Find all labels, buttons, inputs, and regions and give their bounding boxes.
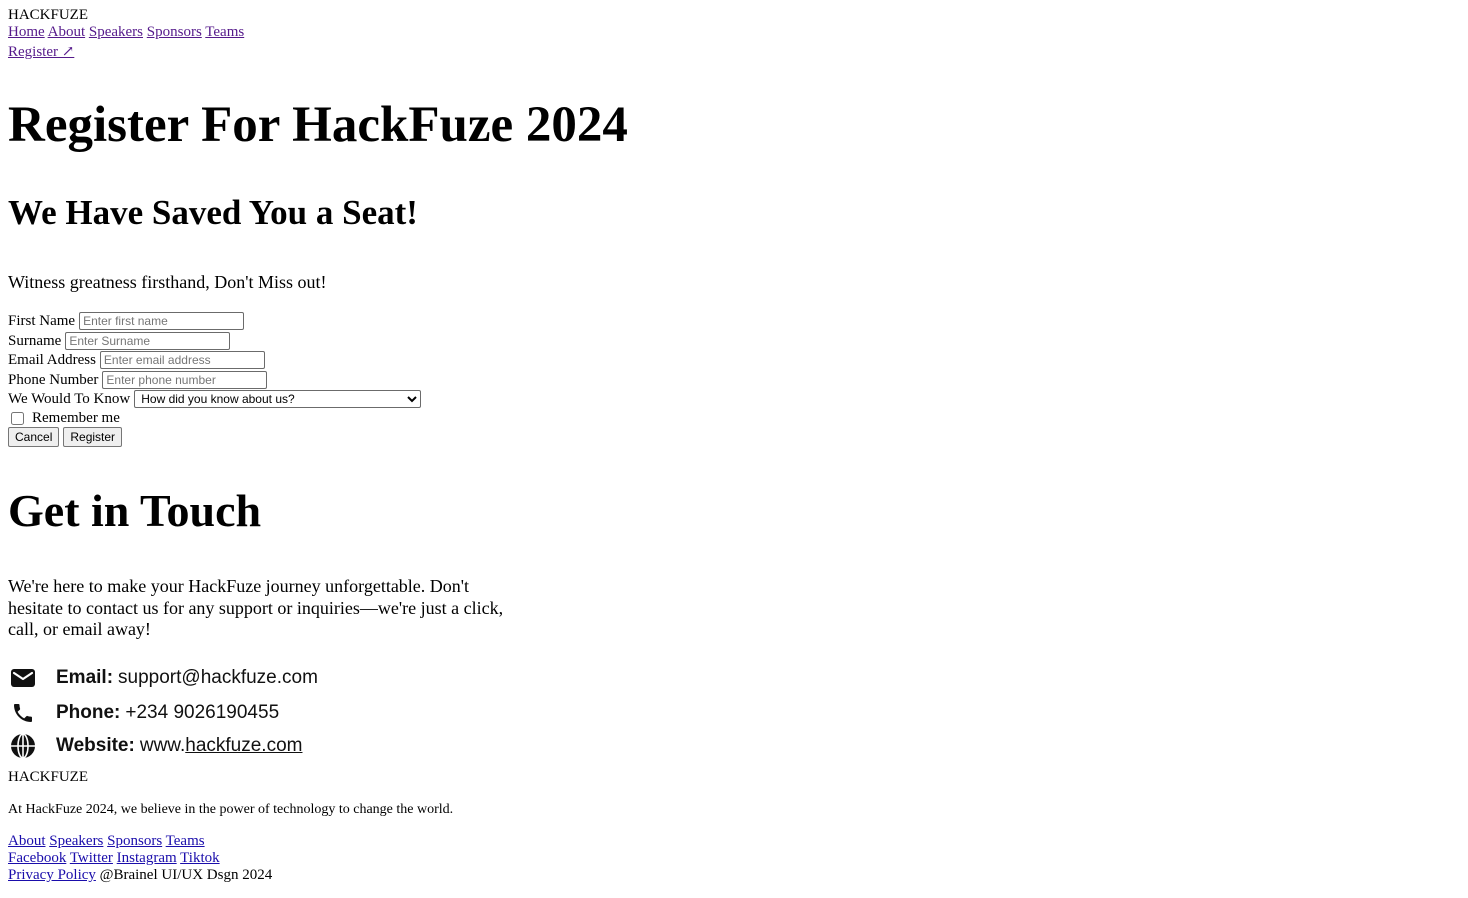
website-contact-label: Website:	[56, 735, 135, 756]
first-name-label: First Name	[8, 313, 76, 329]
website-prefix: www.	[139, 735, 186, 756]
contact-website: Website: www. hackfuze.com	[8, 731, 302, 761]
phone-label: Phone Number	[8, 372, 99, 388]
remember-row: Remember me	[8, 408, 120, 428]
email-label: Email Address	[8, 352, 96, 368]
email-contact-value[interactable]: support@hackfuze.com	[118, 667, 318, 689]
footer-brand: HACKFUZE	[8, 769, 89, 785]
page-title: Register For HackFuze 2024	[8, 97, 628, 153]
footer-sponsors-link[interactable]: Sponsors	[107, 833, 162, 849]
remember-label: Remember me	[32, 410, 120, 426]
contact-description: We're here to make your HackFuze journey…	[8, 576, 504, 639]
contact-title: Get in Touch	[8, 485, 262, 536]
globe-icon	[8, 731, 38, 761]
phone-input[interactable]	[102, 371, 268, 389]
first-name-input[interactable]	[79, 312, 245, 330]
surname-input[interactable]	[65, 332, 231, 350]
footer-speakers-link[interactable]: Speakers	[49, 833, 103, 849]
twitter-link[interactable]: Twitter	[70, 850, 113, 866]
phone-contact-value[interactable]: +234 9026190455	[125, 702, 279, 724]
referral-select[interactable]: How did you know about us?	[134, 390, 422, 408]
email-input[interactable]	[99, 351, 265, 369]
email-contact-label: Email:	[56, 667, 114, 688]
phone-row: Phone Number	[8, 370, 268, 390]
register-nav-link[interactable]: Register ↗	[8, 44, 74, 60]
main-nav: Home About Speakers Sponsors Teams	[8, 24, 244, 41]
referral-label: We Would To Know	[8, 391, 131, 407]
page-subtitle: We Have Saved You a Seat!	[8, 193, 418, 232]
contact-email: Email: support@hackfuze.com	[8, 663, 318, 693]
instagram-link[interactable]: Instagram	[117, 850, 177, 866]
phone-contact-label: Phone:	[56, 702, 121, 723]
first-name-row: First Name	[8, 311, 245, 331]
footer-nav: About Speakers Sponsors Teams	[8, 833, 205, 850]
register-button[interactable]: Register	[63, 427, 123, 447]
lead-text: Witness greatness firsthand, Don't Miss …	[8, 272, 327, 292]
nav-about-link[interactable]: About	[48, 24, 86, 40]
footer-credit: @Brainel UI/UX Dsgn 2024	[99, 867, 273, 883]
brand-logo: HACKFUZE	[8, 7, 89, 23]
tiktok-link[interactable]: Tiktok	[180, 850, 219, 866]
surname-label: Surname	[8, 333, 62, 349]
nav-home-link[interactable]: Home	[8, 24, 45, 40]
remember-checkbox[interactable]	[11, 411, 24, 425]
website-link[interactable]: hackfuze.com	[185, 735, 302, 757]
nav-speakers-link[interactable]: Speakers	[89, 24, 143, 40]
privacy-policy-link[interactable]: Privacy Policy	[8, 867, 96, 883]
facebook-link[interactable]: Facebook	[8, 850, 66, 866]
footer-tagline: At HackFuze 2024, we believe in the powe…	[8, 802, 454, 817]
nav-sponsors-link[interactable]: Sponsors	[147, 24, 202, 40]
surname-row: Surname	[8, 331, 231, 351]
page: HACKFUZE Home About Speakers Sponsors Te…	[0, 0, 1468, 898]
footer-socials: Facebook Twitter Instagram Tiktok	[8, 850, 220, 867]
footer-legal: Privacy Policy @Brainel UI/UX Dsgn 2024	[8, 867, 272, 884]
envelope-icon	[8, 663, 38, 693]
phone-icon	[8, 698, 38, 728]
nav-teams-link[interactable]: Teams	[205, 24, 244, 40]
cancel-button[interactable]: Cancel	[8, 427, 60, 447]
footer-about-link[interactable]: About	[8, 833, 46, 849]
contact-phone: Phone: +234 9026190455	[8, 698, 279, 728]
footer-teams-link[interactable]: Teams	[166, 833, 205, 849]
email-row: Email Address	[8, 350, 265, 370]
referral-row: We Would To Know How did you know about …	[8, 389, 422, 409]
form-actions: Cancel Register	[8, 427, 123, 447]
